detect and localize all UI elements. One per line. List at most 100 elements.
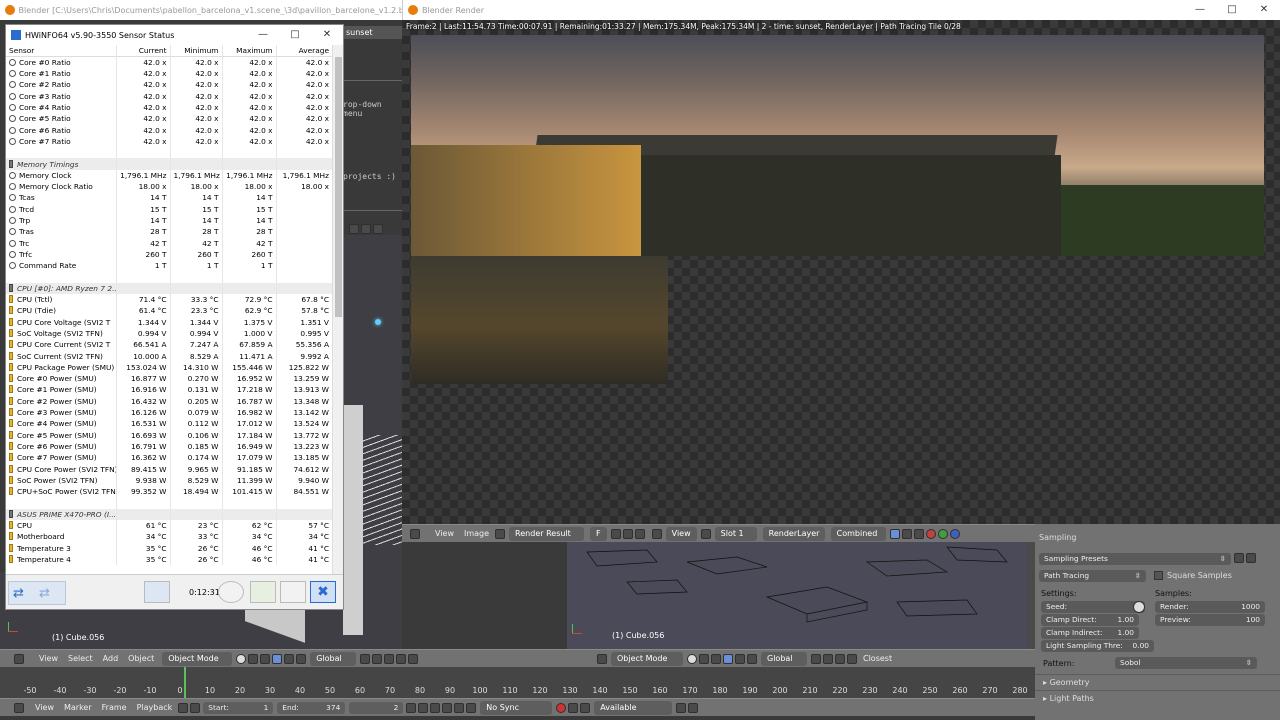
light-sampling-field[interactable]: Light Sampling Thre: 0.00 bbox=[1041, 640, 1154, 652]
mode-dropdown[interactable]: Object Mode bbox=[611, 651, 683, 666]
sensor-group-header[interactable]: CPU [#0]: AMD Ryzen 7 2... bbox=[6, 282, 332, 294]
marker-menu[interactable]: Marker bbox=[64, 703, 92, 712]
scrollbar-thumb[interactable] bbox=[335, 57, 342, 317]
settings-gear-icon[interactable] bbox=[280, 581, 306, 603]
image-browse-icon[interactable] bbox=[495, 528, 506, 539]
scrollbar[interactable] bbox=[332, 45, 343, 574]
layer-icon[interactable] bbox=[835, 653, 845, 664]
layer-icon[interactable] bbox=[384, 653, 395, 664]
light-paths-section[interactable]: ▸ Light Paths bbox=[1043, 694, 1094, 703]
table-row[interactable]: Memory Clock Ratio 18.00 x 18.00 x 18.00 x 1… bbox=[6, 180, 332, 193]
object-menu[interactable]: Object bbox=[128, 654, 154, 663]
keying-set-dropdown[interactable]: Available bbox=[594, 700, 673, 715]
render-samples-field[interactable]: Render: 1000 bbox=[1155, 601, 1265, 613]
table-row[interactable]: Trp 14 T 14 T 14 T bbox=[6, 214, 332, 227]
preview-range-icon[interactable] bbox=[178, 702, 189, 713]
table-row[interactable]: Core #0 Ratio 42.0 x 42.0 x 42.0 x 42.0 x bbox=[6, 56, 332, 68]
table-row[interactable]: Core #5 Ratio 42.0 x 42.0 x 42.0 x 42.0 x bbox=[6, 113, 332, 125]
sensor-group-header[interactable]: Memory Timings bbox=[6, 158, 332, 170]
play-icon[interactable] bbox=[442, 702, 453, 713]
playback-menu[interactable]: Playback bbox=[137, 703, 173, 712]
shading-icon[interactable] bbox=[236, 653, 247, 664]
minimize-button[interactable]: — bbox=[1184, 0, 1216, 20]
display-channels-icon[interactable] bbox=[889, 528, 900, 539]
seed-field[interactable]: Seed:0 bbox=[1041, 601, 1145, 613]
clamp-indirect-field[interactable]: Clamp Indirect: 1.00 bbox=[1041, 627, 1139, 639]
rotate-icon[interactable] bbox=[284, 653, 295, 664]
keying-set-icon[interactable] bbox=[580, 702, 591, 713]
integrator-dropdown[interactable]: Path Tracing ⇳ bbox=[1039, 570, 1146, 582]
fake-user-button[interactable]: F bbox=[590, 526, 607, 541]
table-row[interactable]: CPU (Tctl) 71.4 °C 33.3 °C 72.9 °C 67.8 °C bbox=[6, 293, 332, 306]
unlink-image-icon[interactable] bbox=[634, 528, 645, 539]
table-row[interactable]: Trc 42 T 42 T 42 T bbox=[6, 237, 332, 249]
table-row[interactable]: Trfc 260 T 260 T 260 T bbox=[6, 248, 332, 261]
view-menu[interactable]: View bbox=[35, 703, 54, 712]
translate-icon[interactable] bbox=[723, 653, 733, 664]
open-image-icon[interactable] bbox=[622, 528, 633, 539]
table-row[interactable]: CPU Core Power (SVI2 TFN) 89.415 W 9.965 W… bbox=[6, 463, 332, 475]
table-row[interactable]: Memory Clock 1,796.1 MHz 1,796.1 MHz 1,796.… bbox=[6, 169, 332, 181]
preset-add-remove[interactable] bbox=[1233, 553, 1257, 565]
new-image-icon[interactable] bbox=[610, 528, 621, 539]
alpha-icon[interactable] bbox=[901, 528, 912, 539]
zbuffer-icon[interactable] bbox=[913, 528, 924, 539]
column-header[interactable]: Sensor bbox=[6, 45, 116, 57]
table-row[interactable]: Core #4 Ratio 42.0 x 42.0 x 42.0 x 42.0 x bbox=[6, 101, 332, 114]
table-row[interactable]: Tras 28 T 28 T 28 T bbox=[6, 226, 332, 238]
table-row[interactable]: Core #6 Power (SMU) 16.791 W 0.185 W 16.949… bbox=[6, 440, 332, 453]
table-row[interactable]: Core #0 Power (SMU) 16.877 W 0.270 W 16.952… bbox=[6, 373, 332, 385]
maximize-button[interactable]: □ bbox=[279, 25, 311, 45]
table-row[interactable]: Core #7 Ratio 42.0 x 42.0 x 42.0 x 42.0 x bbox=[6, 135, 332, 148]
table-row[interactable]: Temperature 3 35 °C 26 °C 46 °C 41 °C bbox=[6, 542, 332, 554]
table-row[interactable]: Core #2 Power (SMU) 16.432 W 0.205 W 16.787… bbox=[6, 395, 332, 407]
editor-type-icon[interactable] bbox=[14, 702, 24, 713]
table-row[interactable]: CPU Core Current (SVI2 T 66.541 A 7.247 A 6… bbox=[6, 339, 332, 351]
scale-icon[interactable] bbox=[296, 653, 307, 664]
table-row[interactable]: SoC Current (SVI2 TFN) 10.000 A 8.529 A 11.… bbox=[6, 350, 332, 362]
sampling-presets-dropdown[interactable]: Sampling Presets ⇳ bbox=[1039, 553, 1231, 565]
pivot-icon[interactable] bbox=[700, 528, 711, 539]
preview-samples-field[interactable]: Preview: 100 bbox=[1155, 614, 1265, 626]
table-row[interactable]: Core #3 Ratio 42.0 x 42.0 x 42.0 x 42.0 x bbox=[6, 90, 332, 102]
table-row[interactable] bbox=[6, 271, 332, 283]
table-row[interactable]: Core #1 Ratio 42.0 x 42.0 x 42.0 x 42.0 x bbox=[6, 68, 332, 80]
remove-preset-icon[interactable] bbox=[1246, 553, 1256, 563]
start-frame-field[interactable]: Start: 1 bbox=[203, 701, 274, 714]
red-channel-icon[interactable] bbox=[925, 528, 936, 539]
table-row[interactable]: Core #2 Ratio 42.0 x 42.0 x 42.0 x 42.0 x bbox=[6, 79, 332, 91]
render-pass-dropdown[interactable]: Combined bbox=[830, 526, 886, 541]
layer-icon[interactable] bbox=[396, 653, 407, 664]
editor-type-icon[interactable] bbox=[410, 528, 420, 539]
minimize-button[interactable]: — bbox=[247, 25, 279, 45]
snap-dropdown[interactable]: Closest bbox=[863, 654, 892, 663]
frame-menu[interactable]: Frame bbox=[102, 703, 127, 712]
layer-icon[interactable] bbox=[811, 653, 821, 664]
square-samples-checkbox[interactable] bbox=[1154, 571, 1163, 580]
table-row[interactable]: Core #6 Ratio 42.0 x 42.0 x 42.0 x 42.0 x bbox=[6, 124, 332, 136]
animated-seed-icon[interactable] bbox=[1133, 601, 1145, 613]
render-result-field[interactable]: Render Result bbox=[509, 526, 585, 541]
table-row[interactable]: CPU 61 °C 23 °C 62 °C 57 °C bbox=[6, 519, 332, 532]
mode-dropdown[interactable]: Object Mode bbox=[162, 651, 233, 666]
end-frame-field[interactable]: End: 374 bbox=[277, 701, 346, 714]
layer-icon[interactable] bbox=[847, 653, 857, 664]
render-image-area[interactable]: Frame:2 | Last:11:54.73 Time:00:07.91 | … bbox=[402, 20, 1280, 524]
translate-icon[interactable] bbox=[272, 653, 283, 664]
rotate-icon[interactable] bbox=[735, 653, 745, 664]
close-x-icon[interactable]: ✖ bbox=[310, 581, 336, 603]
network-icon[interactable] bbox=[144, 581, 170, 603]
image-menu[interactable]: Image bbox=[464, 529, 489, 538]
table-row[interactable]: Trcd 15 T 15 T 15 T bbox=[6, 203, 332, 215]
close-button[interactable]: ✕ bbox=[311, 25, 343, 45]
table-row[interactable]: Core #3 Power (SMU) 16.126 W 0.079 W 16.982… bbox=[6, 406, 332, 419]
sensor-table-area[interactable]: Sensor Current Minimum Maximum Average C… bbox=[6, 45, 332, 574]
orientation-dropdown[interactable]: Global bbox=[761, 651, 807, 666]
table-row[interactable]: Command Rate 1 T 1 T 1 T bbox=[6, 260, 332, 272]
column-header[interactable]: Average bbox=[275, 45, 332, 57]
table-row[interactable] bbox=[6, 497, 332, 509]
table-row[interactable]: Motherboard 34 °C 33 °C 34 °C 34 °C bbox=[6, 531, 332, 543]
column-header[interactable]: Current bbox=[115, 45, 170, 57]
play-reverse-icon[interactable] bbox=[430, 702, 441, 713]
scale-icon[interactable] bbox=[747, 653, 757, 664]
